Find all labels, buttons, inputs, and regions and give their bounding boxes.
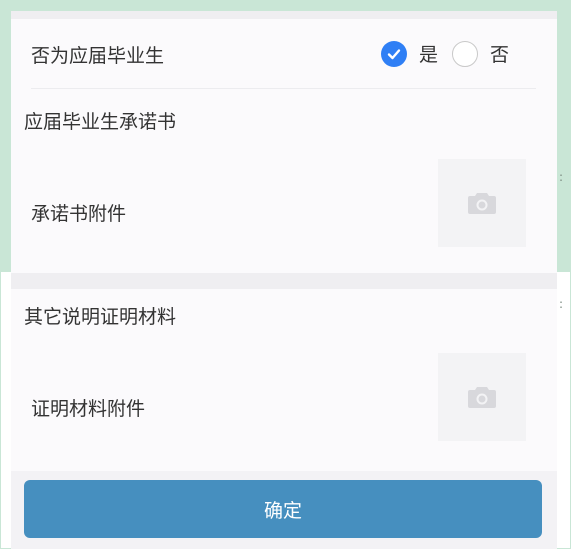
graduate-question-label: 否为应届毕业生 bbox=[31, 45, 165, 67]
radio-option-yes[interactable]: 是 bbox=[381, 40, 438, 67]
graduate-radio-group: 是 否 bbox=[381, 40, 509, 67]
commitment-section-title: 应届毕业生承诺书 bbox=[24, 111, 177, 133]
radio-label-yes: 是 bbox=[419, 44, 439, 66]
section-gap bbox=[11, 273, 557, 289]
proof-upload-button[interactable] bbox=[438, 353, 526, 441]
radio-label-no: 否 bbox=[490, 44, 510, 66]
unchecked-radio-icon[interactable] bbox=[452, 40, 479, 67]
commitment-attachment-label: 承诺书附件 bbox=[31, 203, 127, 225]
edge-mark: : bbox=[559, 170, 564, 184]
graduate-question-row: 否为应届毕业生 是 否 bbox=[11, 19, 557, 89]
divider bbox=[31, 88, 536, 89]
camera-icon bbox=[468, 387, 496, 408]
form-panel: 否为应届毕业生 是 否 应届毕业生承诺书 承诺书附件 其它说明证明材料 证明材料… bbox=[11, 11, 557, 549]
proof-section-title: 其它说明证明材料 bbox=[24, 306, 177, 328]
confirm-button[interactable]: 确定 bbox=[24, 480, 542, 538]
radio-option-no[interactable]: 否 bbox=[452, 40, 509, 67]
checked-radio-icon[interactable] bbox=[381, 40, 407, 67]
proof-attachment-label: 证明材料附件 bbox=[31, 398, 146, 420]
edge-mark: : bbox=[559, 297, 564, 311]
commitment-upload-button[interactable] bbox=[438, 159, 526, 247]
footer: 确定 bbox=[11, 471, 557, 549]
camera-icon bbox=[468, 193, 496, 214]
